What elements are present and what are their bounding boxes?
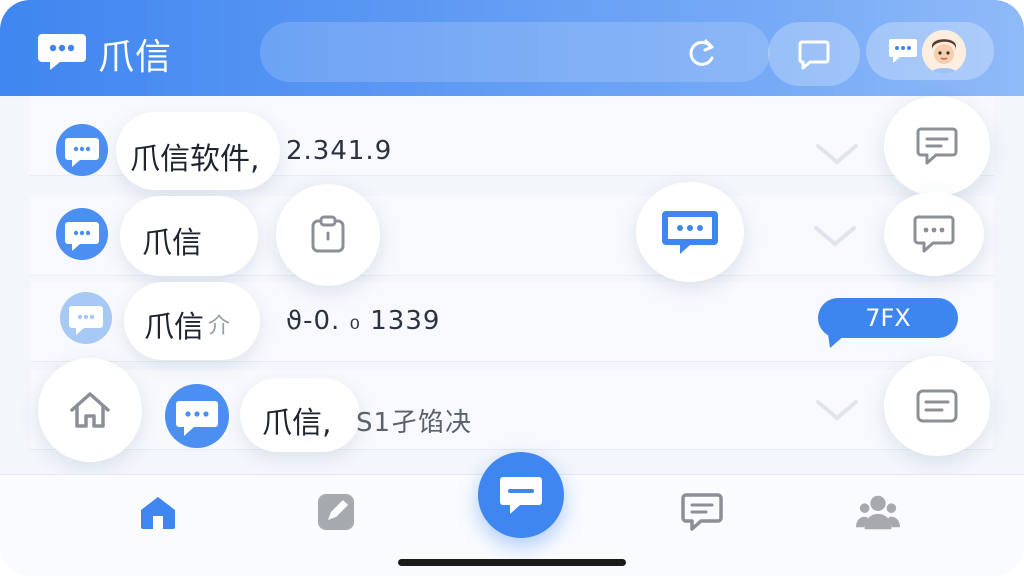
message-button[interactable] bbox=[884, 96, 990, 196]
messages-icon bbox=[681, 493, 723, 531]
chevron-down-icon[interactable] bbox=[814, 140, 860, 168]
app-window: 爪信 爪信软件, 2.341.9 爪信 爪信 介 ϑ-0. ₀ 1339 7FX… bbox=[0, 0, 1024, 576]
clipboard-button[interactable] bbox=[276, 184, 380, 286]
row-3-title-suffix: 介 bbox=[208, 314, 231, 339]
row-4-subtitle: S1孑馅决 bbox=[356, 408, 473, 438]
chat-icon bbox=[798, 40, 830, 70]
edit-icon bbox=[318, 494, 354, 530]
message-avatar-icon bbox=[60, 292, 112, 344]
row-2-title: 爪信 bbox=[142, 226, 202, 261]
row-3-title: 爪信 bbox=[144, 310, 204, 345]
home-outline-icon bbox=[70, 392, 110, 428]
row-4-title: 爪信, bbox=[262, 406, 332, 441]
row-1-subtitle: 2.341.9 bbox=[286, 136, 393, 166]
chat-dots-icon bbox=[662, 211, 718, 254]
badge-tail bbox=[828, 334, 846, 348]
chevron-down-icon[interactable] bbox=[814, 396, 860, 424]
chevron-down-icon[interactable] bbox=[812, 222, 858, 250]
app-logo-icon bbox=[38, 34, 86, 70]
message-avatar-icon bbox=[165, 384, 229, 448]
message-lines-icon bbox=[916, 389, 958, 423]
tab-edit[interactable] bbox=[314, 490, 358, 534]
message-dots-icon bbox=[913, 215, 955, 253]
home-indicator bbox=[398, 559, 626, 566]
compose-icon bbox=[500, 477, 542, 514]
refresh-icon[interactable] bbox=[678, 30, 724, 76]
home-shortcut-button[interactable] bbox=[38, 358, 142, 462]
message-avatar-icon bbox=[56, 124, 108, 176]
chat-shortcut-button[interactable] bbox=[636, 182, 744, 282]
status-badge[interactable]: 7FX bbox=[818, 298, 958, 338]
tab-messages[interactable] bbox=[680, 490, 724, 534]
chat-button[interactable] bbox=[768, 22, 860, 86]
avatar[interactable] bbox=[922, 30, 966, 74]
row-3-subtitle: ϑ-0. ₀ 1339 bbox=[286, 306, 441, 336]
compose-button[interactable] bbox=[478, 452, 564, 538]
row-1-title: 爪信软件, bbox=[130, 142, 260, 177]
status-badge-label: 7FX bbox=[865, 304, 911, 332]
chat-bubble-icon bbox=[889, 39, 917, 63]
tab-home[interactable] bbox=[136, 490, 180, 534]
app-title: 爪信 bbox=[98, 37, 173, 78]
message-icon bbox=[916, 127, 958, 165]
contacts-icon bbox=[856, 495, 900, 530]
message-button[interactable] bbox=[884, 192, 984, 276]
top-bar: 爪信 bbox=[0, 0, 1024, 96]
message-button[interactable] bbox=[884, 356, 990, 456]
tab-contacts[interactable] bbox=[856, 490, 900, 534]
clipboard-icon bbox=[311, 215, 345, 253]
home-icon bbox=[141, 497, 175, 529]
message-avatar-icon bbox=[56, 208, 108, 260]
